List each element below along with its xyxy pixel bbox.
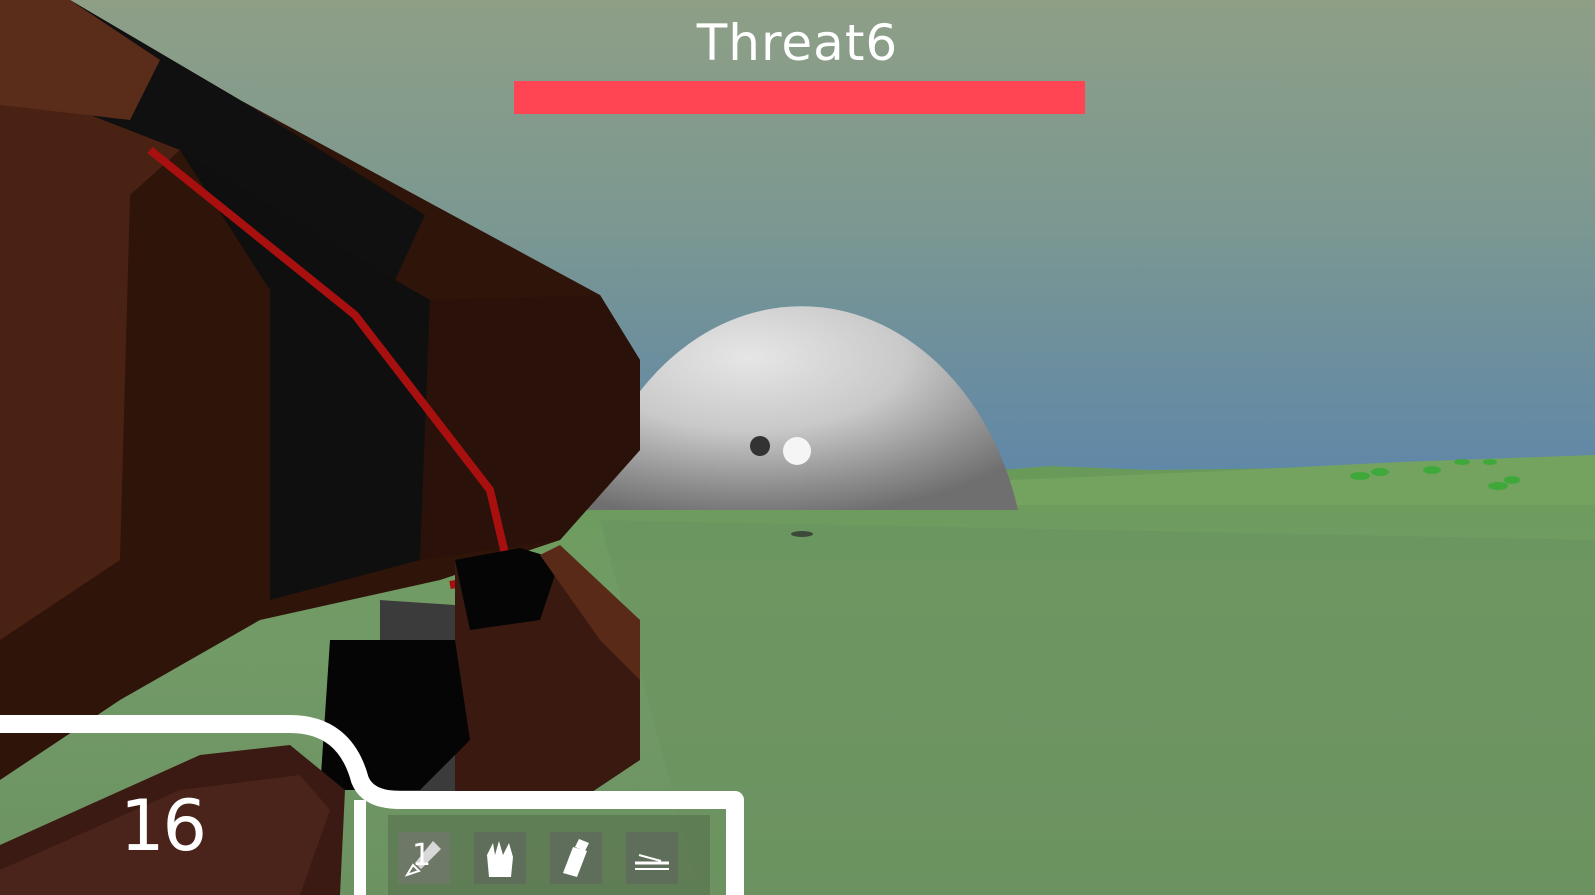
boss-health-bar — [514, 81, 1085, 114]
game-world-view — [0, 0, 1595, 895]
boss-eye-dark — [750, 436, 770, 456]
hotbar-slot-3[interactable] — [550, 832, 602, 884]
canister-icon — [563, 839, 589, 877]
hotbar-slot-key: 1 — [412, 838, 432, 873]
ground-shade — [600, 520, 1595, 895]
boss-health-fill — [514, 81, 1085, 114]
weapon-hotbar: 1 — [388, 815, 710, 895]
boss-name: Threat6 — [696, 14, 899, 72]
hotbar-slot-1[interactable]: 1 — [398, 832, 450, 884]
hotbar-slot-2[interactable] — [474, 832, 526, 884]
boss-eye-light — [783, 437, 811, 465]
ground-shadow — [791, 531, 813, 537]
claw-icon — [487, 841, 513, 877]
ammo-count: 16 — [120, 785, 207, 867]
arrow-icon — [635, 854, 669, 870]
hotbar-slot-4[interactable] — [626, 832, 678, 884]
